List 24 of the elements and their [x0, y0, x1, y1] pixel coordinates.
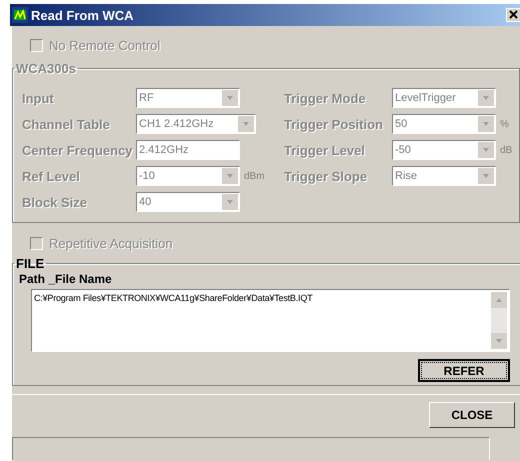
field-label: Input: [22, 90, 55, 106]
field-label: Trigger Level: [284, 142, 366, 158]
field-label: Trigger Slope: [284, 168, 368, 184]
refer-button[interactable]: REFER: [418, 359, 510, 382]
window-title: Read From WCA: [31, 8, 134, 22]
close-icon[interactable]: [506, 8, 520, 22]
field-label: Channel Table: [22, 116, 111, 132]
checkbox-label: No Remote Control: [49, 38, 160, 52]
field-label: Path _File Name: [19, 272, 113, 286]
scroll-bar[interactable]: [491, 292, 507, 349]
field-label: Trigger Mode: [284, 90, 367, 106]
field-label: Ref Level: [22, 168, 81, 184]
app-icon: [12, 7, 28, 23]
group-title: WCA300s: [15, 61, 77, 76]
unit-label: dB: [500, 144, 512, 156]
path-text-area[interactable]: C:¥Program Files¥TEKTRONIX¥WCA11g¥ShareFolder¥Data¥TestB.IQT: [31, 289, 510, 352]
checkbox-label: Repetitive Acquisition: [49, 236, 173, 250]
field-label: Block Size: [22, 194, 88, 210]
unit-label: %: [500, 118, 509, 130]
field-label: Trigger Position: [284, 116, 384, 132]
field-label: Center Frequency: [22, 142, 134, 158]
group-title: FILE: [15, 256, 46, 271]
close-button[interactable]: CLOSE: [429, 402, 515, 428]
unit-label: dBm: [244, 170, 265, 182]
